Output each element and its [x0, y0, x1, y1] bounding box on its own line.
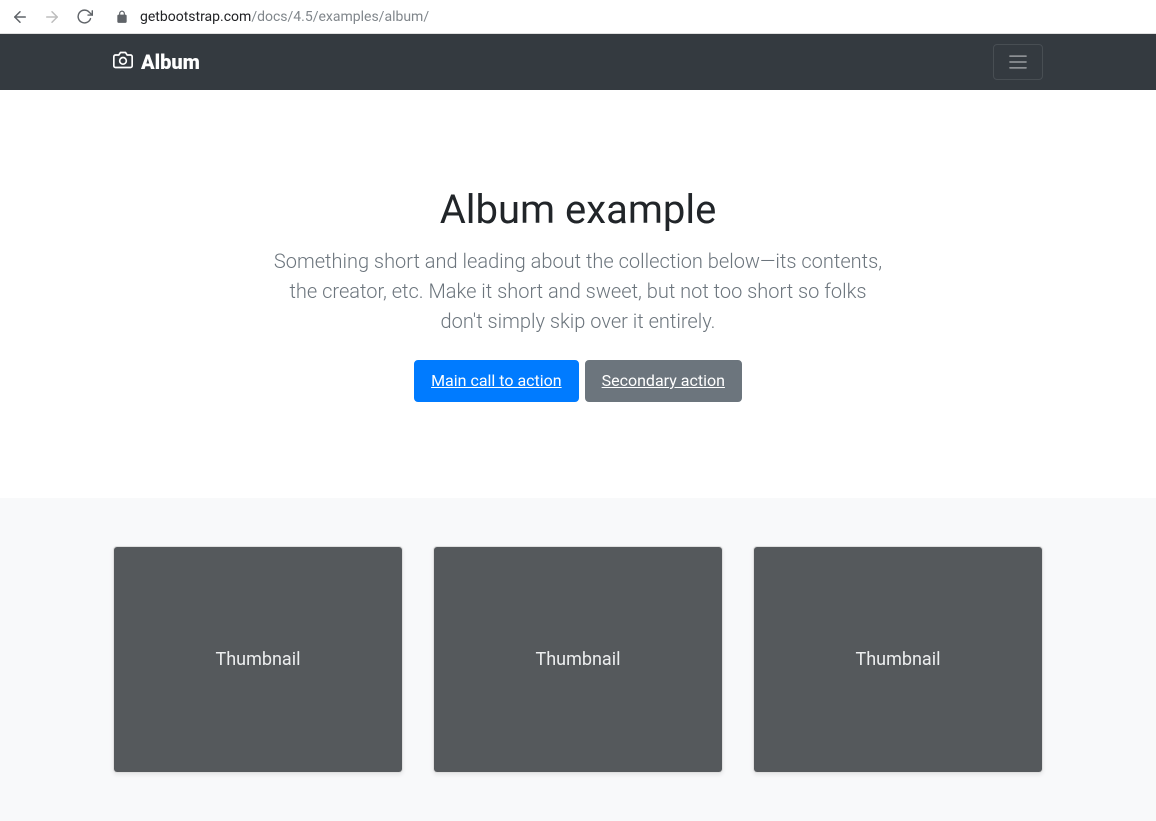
page-lead: Something short and leading about the co… [273, 246, 883, 336]
address-bar[interactable]: getbootstrap.com/docs/4.5/examples/album… [106, 7, 1146, 27]
card-row: Thumbnail Thumbnail Thumbnail [113, 546, 1043, 773]
thumbnail-placeholder: Thumbnail [114, 547, 402, 772]
page-title: Album example [273, 186, 883, 234]
navbar-toggler[interactable] [993, 44, 1043, 80]
hamburger-icon [1006, 51, 1030, 73]
album-card[interactable]: Thumbnail [433, 546, 723, 773]
primary-cta-button[interactable]: Main call to action [414, 360, 579, 402]
lock-icon [112, 7, 132, 27]
forward-icon[interactable] [42, 7, 62, 27]
address-text: getbootstrap.com/docs/4.5/examples/album… [140, 9, 429, 25]
secondary-cta-button[interactable]: Secondary action [585, 360, 742, 402]
thumbnail-label: Thumbnail [856, 649, 941, 670]
back-icon[interactable] [10, 7, 30, 27]
jumbotron: Album example Something short and leadin… [0, 90, 1156, 498]
brand-label: Album [141, 50, 200, 74]
thumbnail-placeholder: Thumbnail [434, 547, 722, 772]
album-section: Thumbnail Thumbnail Thumbnail [0, 498, 1156, 821]
reload-icon[interactable] [74, 7, 94, 27]
camera-icon [113, 50, 133, 75]
url-path: /docs/4.5/examples/album/ [251, 9, 429, 25]
thumbnail-label: Thumbnail [536, 649, 621, 670]
navbar-brand[interactable]: Album [113, 50, 200, 75]
cta-button-row: Main call to action Secondary action [273, 360, 883, 402]
navbar: Album [0, 34, 1156, 90]
url-host: getbootstrap.com [140, 9, 251, 25]
album-card[interactable]: Thumbnail [753, 546, 1043, 773]
browser-chrome: getbootstrap.com/docs/4.5/examples/album… [0, 0, 1156, 34]
thumbnail-label: Thumbnail [216, 649, 301, 670]
album-card[interactable]: Thumbnail [113, 546, 403, 773]
thumbnail-placeholder: Thumbnail [754, 547, 1042, 772]
